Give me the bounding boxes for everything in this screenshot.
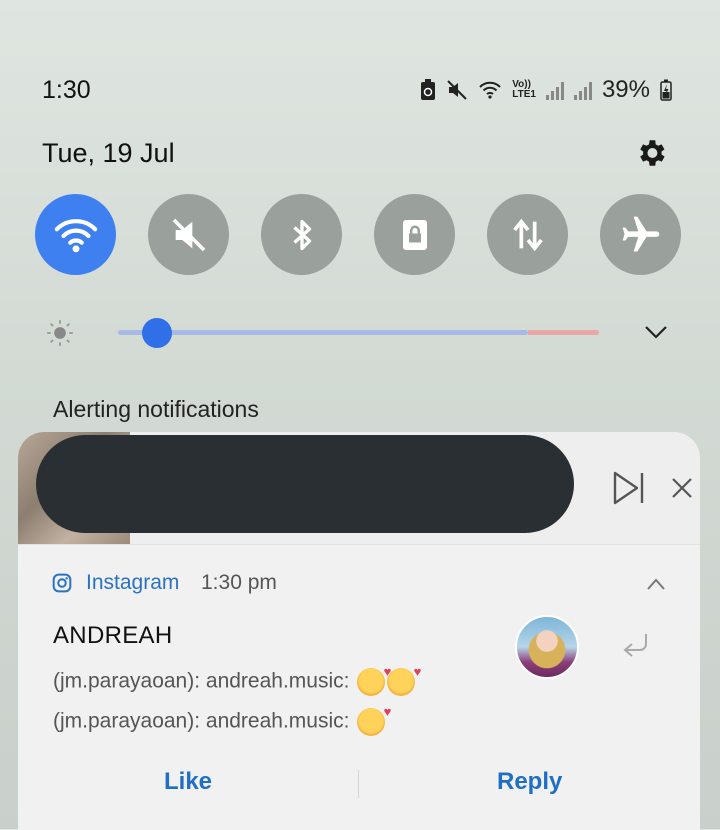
notification-message: (jm.parayaoan): andreah.music: [53,664,421,696]
message-text: (jm.parayaoan): andreah.music: [53,669,350,693]
redacted-media-info [36,435,574,533]
battery-percent: 39% [601,76,650,103]
clock: 1:30 [42,76,91,104]
brightness-icon [47,320,73,346]
chevron-up-icon[interactable] [646,577,666,591]
signal-icon [545,80,564,100]
message-text: (jm.parayaoan): andreah.music: [53,709,350,733]
battery-saver-icon [421,79,436,100]
notification-sender: ANDREAH [53,622,173,649]
reply-icon[interactable] [620,630,652,662]
alerting-notifications-label: Alerting notifications [53,396,259,422]
volte-indicator: Vo)) LTE1 [512,80,536,100]
lock-icon [402,219,427,250]
battery-charging-icon [660,79,672,101]
like-button[interactable]: Like [164,768,212,796]
airplane-icon [622,216,659,251]
brightness-slider-track[interactable] [118,330,528,335]
quick-tile-mobile-data[interactable] [487,194,568,275]
quick-tile-wifi[interactable] [35,194,116,275]
quick-tile-bluetooth[interactable] [261,194,342,275]
notification-time: 1:30 pm [201,571,277,594]
bluetooth-icon [292,219,311,250]
settings-gear-icon[interactable] [634,136,668,170]
notification-message: (jm.parayaoan): andreah.music: [53,704,391,736]
skip-next-icon[interactable] [610,470,646,506]
close-icon[interactable] [670,476,694,500]
brightness-slider-extra[interactable] [528,330,599,335]
quick-tile-portrait-lock[interactable] [374,194,455,275]
signal-icon [573,80,592,100]
reply-button[interactable]: Reply [497,768,562,796]
wifi-icon [479,81,501,99]
mute-icon [447,80,467,100]
notification-app-name: Instagram [86,571,180,594]
date-label: Tue, 19 Jul [42,138,175,168]
brightness-slider-thumb[interactable] [141,318,172,348]
data-arrows-icon [512,218,543,251]
avatar [515,615,579,679]
mute-icon [172,218,205,251]
smiling-hearts-emoji [357,704,391,736]
action-divider [358,770,359,798]
lte-label: LTE1 [512,89,536,100]
instagram-icon [52,573,72,593]
smiling-hearts-emoji [357,664,391,696]
quick-tile-sound[interactable] [148,194,229,275]
smiling-hearts-emoji [387,664,421,696]
wifi-icon [54,218,97,252]
quick-tile-airplane[interactable] [600,194,681,275]
chevron-down-icon[interactable] [643,322,669,342]
status-icons: Vo)) LTE1 39% [420,76,672,104]
